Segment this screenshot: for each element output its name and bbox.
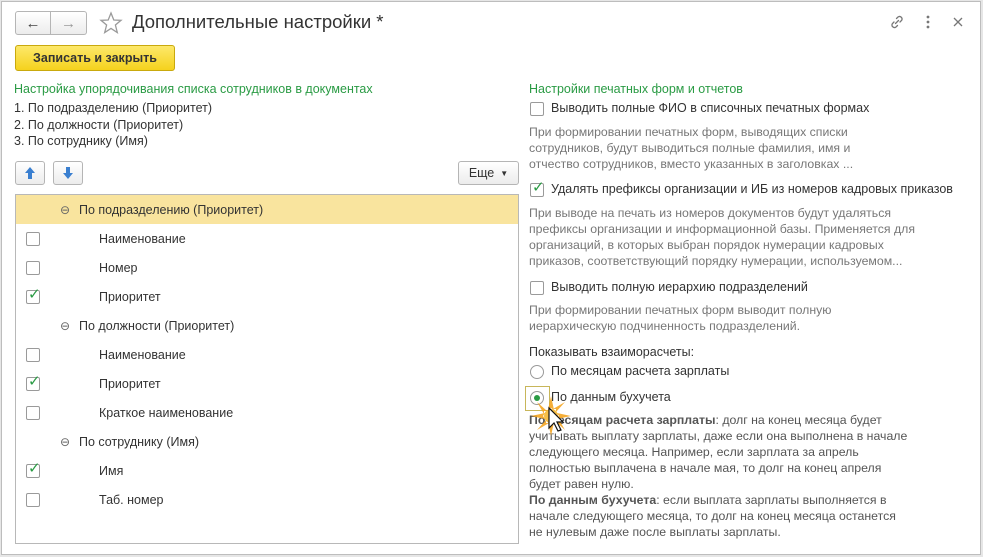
tree-checkbox[interactable]: ✓ (26, 459, 41, 478)
order-line-2: 2. По должности (Приоритет) (14, 118, 184, 132)
hierarchy-checkbox[interactable] (530, 281, 544, 295)
tree-checkbox[interactable]: ✓ (26, 285, 41, 304)
checkmark-icon: ✓ (28, 285, 41, 303)
settings-window: ← → Дополнительные настройки * Записать … (1, 1, 981, 555)
arrow-down-icon (63, 167, 73, 179)
collapse-icon[interactable]: ⊖ (60, 203, 70, 217)
settlements-label: Показывать взаиморасчеты: (529, 345, 695, 359)
tree-row-label: Наименование (99, 231, 186, 246)
tooltip-text-1: : долг на конец месяца будет (715, 413, 882, 427)
order-line-3: 3. По сотруднику (Имя) (14, 134, 148, 148)
tree-row[interactable]: ✓ Приоритет (16, 282, 518, 311)
full-name-checkbox[interactable] (530, 102, 544, 116)
tree-checkbox[interactable]: ✓ (26, 372, 41, 391)
tooltip-text-5: будет равен нулю. (529, 477, 634, 491)
tooltip-text-7: начале следующего месяца, то долг на кон… (529, 509, 896, 523)
tree-row[interactable]: Номер (16, 253, 518, 282)
tree-row-label: Таб. номер (99, 492, 164, 507)
full-name-desc-2: сотрудников, будут выводиться полные фам… (529, 141, 851, 155)
tree-group-row[interactable]: ⊖ По подразделению (Приоритет) (16, 195, 518, 224)
tree-row-label: Краткое наименование (99, 405, 234, 420)
remove-prefixes-desc-4: приказов, соответствующий порядку нумера… (529, 254, 903, 268)
tree-group-label: По должности (Приоритет) (79, 318, 235, 333)
more-menu-icon[interactable] (918, 12, 938, 32)
remove-prefixes-label[interactable]: Удалять префиксы организации и ИБ из ном… (551, 182, 953, 196)
remove-prefixes-desc-3: организаций, в которых выбран порядок ну… (529, 238, 884, 252)
remove-prefixes-desc-1: При выводе на печать из номеров документ… (529, 206, 891, 220)
tree-group-row[interactable]: ⊖ По должности (Приоритет) (16, 311, 518, 340)
tree-checkbox[interactable] (26, 347, 40, 362)
ordering-section-title: Настройка упорядочивания списка сотрудни… (14, 82, 373, 96)
tooltip-bold-2: По данным бухучета (529, 493, 657, 507)
remove-prefixes-desc-2: префиксы организации и информационной ба… (529, 222, 916, 236)
tooltip-text-4: полностью выплачена в начале мая, то дол… (529, 461, 882, 475)
tree-row-label: Номер (99, 260, 138, 275)
tree-checkbox[interactable] (26, 231, 40, 246)
close-icon[interactable] (948, 12, 968, 32)
tree-row[interactable]: Таб. номер (16, 485, 518, 514)
tooltip-text-8: не нулевым даже после выплаты зарплаты. (529, 525, 781, 539)
full-name-desc-1: При формировании печатных форм, выводящи… (529, 125, 848, 139)
arrow-up-icon (25, 167, 35, 179)
tree-checkbox[interactable] (26, 492, 40, 507)
tree-row[interactable]: ✓ Приоритет (16, 369, 518, 398)
navigation-buttons: ← → (15, 11, 87, 35)
tree-group-label: По сотруднику (Имя) (79, 434, 200, 449)
back-button[interactable]: ← (15, 11, 51, 35)
tree-group-row[interactable]: ⊖ По сотруднику (Имя) (16, 427, 518, 456)
forward-button[interactable]: → (51, 11, 87, 35)
remove-prefixes-checkbox[interactable]: ✓ (530, 179, 545, 197)
tree-checkbox[interactable] (26, 405, 40, 420)
more-button-label: Еще (468, 166, 495, 180)
radio-by-months-label[interactable]: По месяцам расчета зарплаты (551, 364, 729, 378)
tree-row[interactable]: Краткое наименование (16, 398, 518, 427)
ordering-tree: ⊖ По подразделению (Приоритет) Наименова… (15, 194, 519, 544)
checkmark-icon: ✓ (28, 372, 41, 390)
tree-checkbox[interactable] (26, 260, 40, 275)
full-name-label[interactable]: Выводить полные ФИО в списочных печатных… (551, 101, 869, 115)
settlements-tooltip: По месяцам расчета зарплаты: долг на кон… (529, 412, 907, 540)
tree-group-label: По подразделению (Приоритет) (79, 202, 264, 217)
mouse-cursor-icon (531, 396, 571, 436)
link-icon[interactable] (887, 12, 907, 32)
radio-by-months[interactable] (530, 365, 544, 379)
write-and-close-button[interactable]: Записать и закрыть (15, 45, 175, 71)
print-settings-title: Настройки печатных форм и отчетов (529, 82, 743, 96)
collapse-icon[interactable]: ⊖ (60, 435, 70, 449)
tree-row-label: Приоритет (99, 376, 161, 391)
checkmark-icon: ✓ (28, 459, 41, 477)
page-title: Дополнительные настройки * (132, 11, 384, 32)
tooltip-text-6: : если выплата зарплаты выполняется в (656, 493, 887, 507)
full-name-desc-3: отчество сотрудников, вместо указанных в… (529, 157, 854, 171)
tree-row[interactable]: Наименование (16, 224, 518, 253)
tooltip-text-3: следующего месяца. Например, если зарпла… (529, 445, 859, 459)
move-up-button[interactable] (15, 161, 45, 185)
tree-row-label: Наименование (99, 347, 186, 362)
tree-row-label: Приоритет (99, 289, 161, 304)
tree-row[interactable]: Наименование (16, 340, 518, 369)
tree-row[interactable]: ✓ Имя (16, 456, 518, 485)
checkmark-icon: ✓ (532, 179, 545, 196)
collapse-icon[interactable]: ⊖ (60, 319, 70, 333)
hierarchy-desc-2: иерархическую подчиненность подразделени… (529, 319, 801, 333)
move-down-button[interactable] (53, 161, 83, 185)
tooltip-text-2: учитывать выплату зарплаты, даже если он… (529, 429, 908, 443)
more-button[interactable]: Еще ▼ (458, 161, 519, 185)
arrow-left-icon: ← (25, 14, 41, 32)
tree-row-label: Имя (99, 463, 124, 478)
hierarchy-desc-1: При формировании печатных форм выводит п… (529, 303, 832, 317)
order-line-1: 1. По подразделению (Приоритет) (14, 101, 213, 115)
star-icon[interactable] (99, 11, 123, 35)
arrow-right-icon: → (61, 14, 76, 32)
hierarchy-label[interactable]: Выводить полную иерархию подразделений (551, 280, 808, 294)
dropdown-arrow-icon: ▼ (500, 168, 509, 178)
